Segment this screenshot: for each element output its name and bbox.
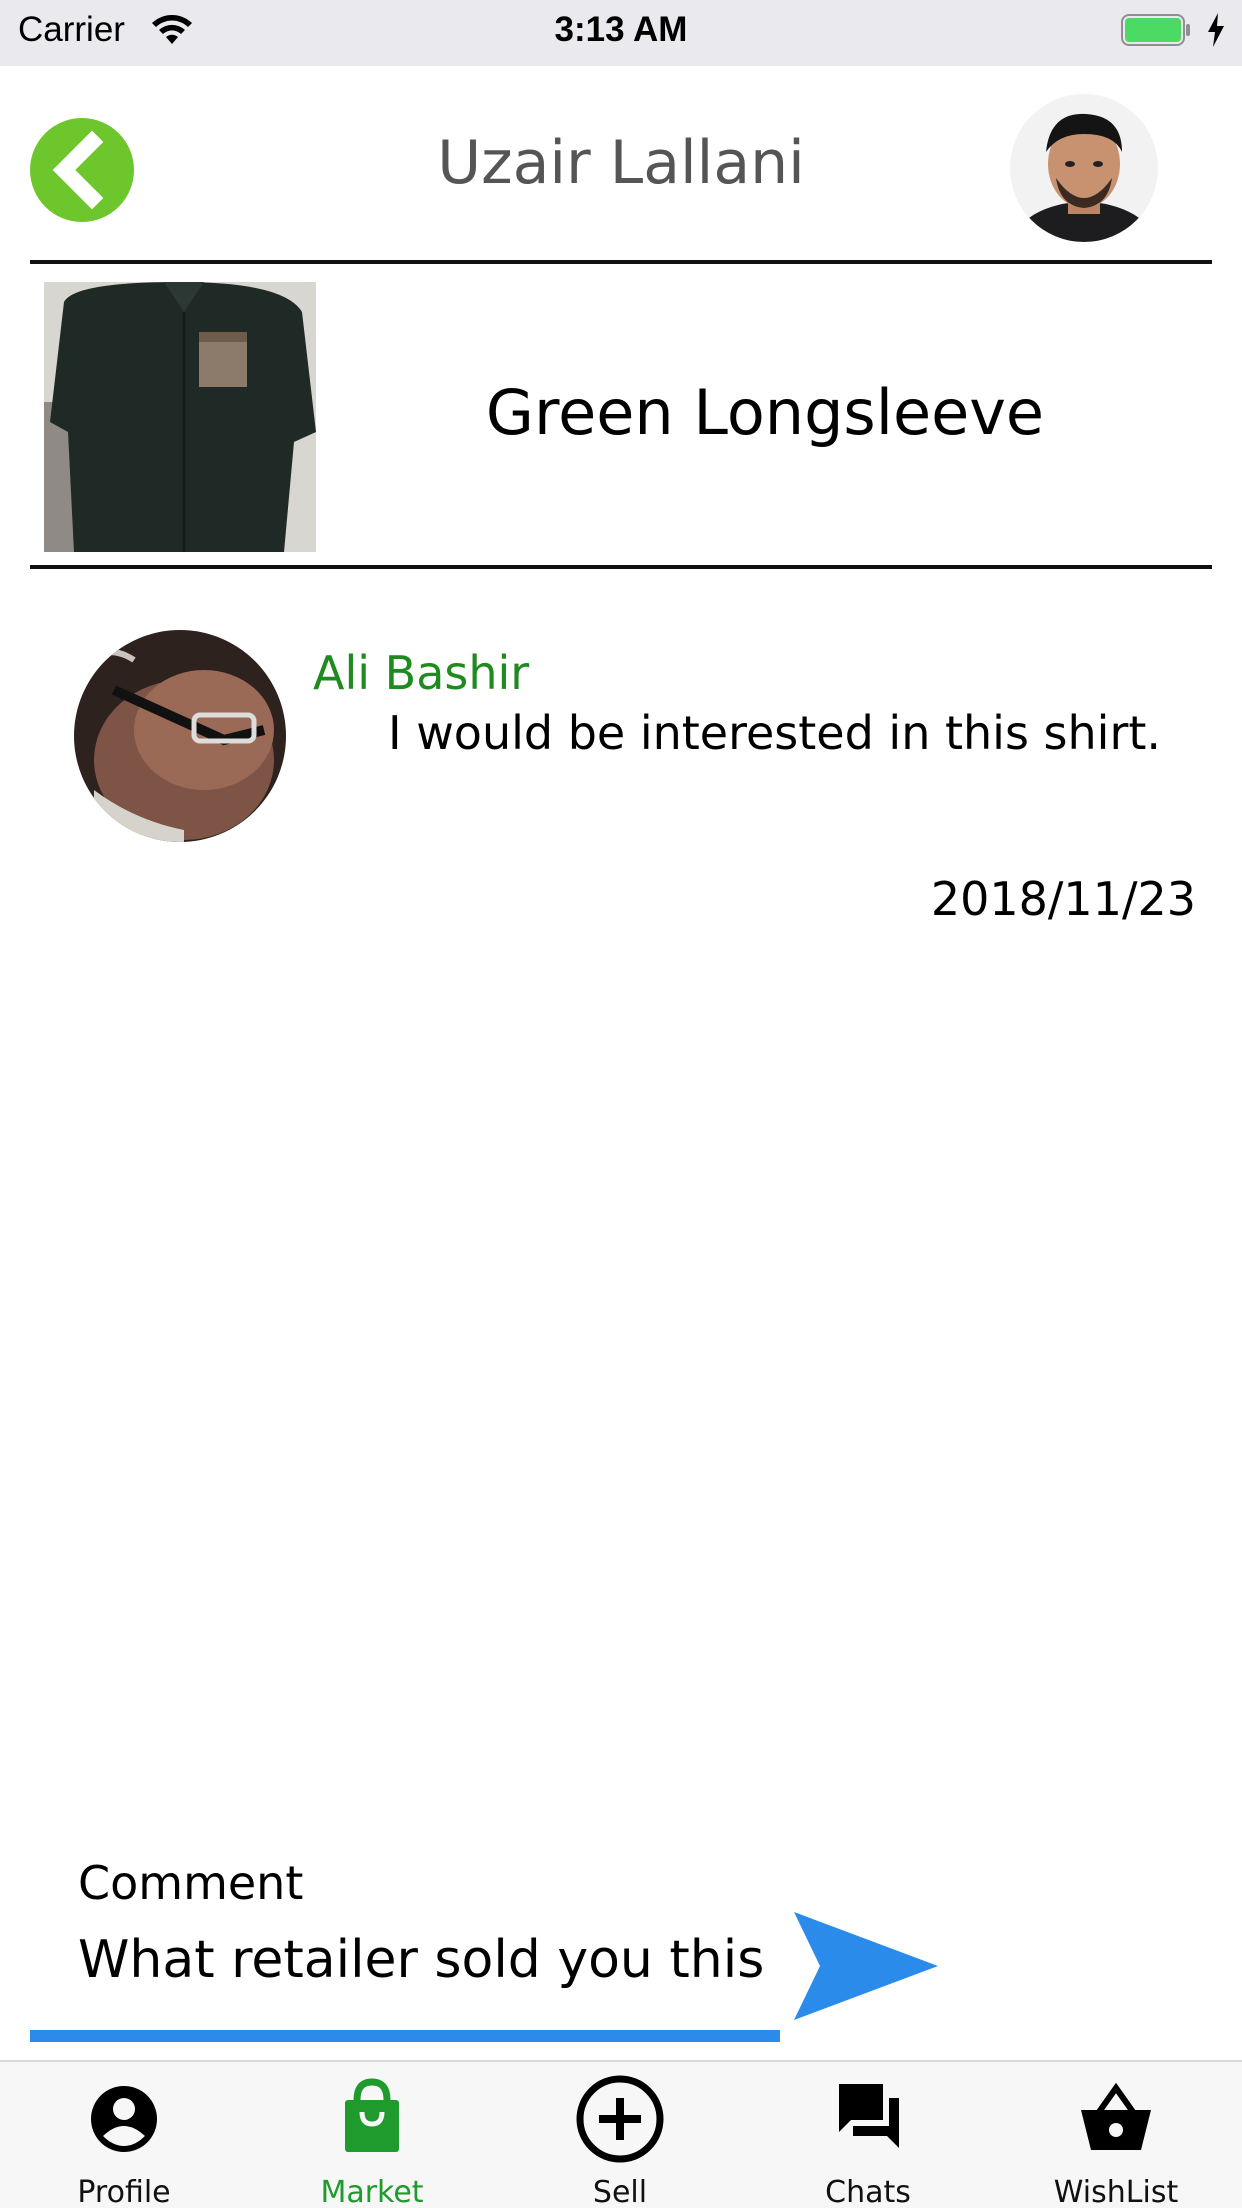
tab-profile[interactable]: Profile xyxy=(0,2062,248,2208)
comment-input[interactable] xyxy=(78,1920,768,2000)
header-divider xyxy=(30,260,1212,264)
user-photo xyxy=(1010,94,1158,242)
tab-bar: Profile Market Sell Chats WishList xyxy=(0,2060,1242,2208)
tab-wishlist[interactable]: WishList xyxy=(992,2062,1240,2208)
shirt-photo xyxy=(44,282,316,552)
tab-chats[interactable]: Chats xyxy=(744,2062,992,2208)
message-text: I would be interested in this shirt. xyxy=(388,706,1162,760)
sender-photo xyxy=(74,630,286,842)
message-avatar[interactable] xyxy=(74,630,286,842)
product-divider xyxy=(30,565,1212,569)
basket-icon xyxy=(1081,2082,1151,2150)
tab-label-profile: Profile xyxy=(77,2175,171,2208)
tab-market[interactable]: Market xyxy=(248,2062,496,2208)
comment-label: Comment xyxy=(78,1856,304,1910)
message-sender: Ali Bashir xyxy=(313,646,530,700)
charging-bolt-icon xyxy=(1208,13,1224,47)
comment-underline xyxy=(30,2030,780,2042)
product-title: Green Longsleeve xyxy=(485,376,1045,449)
tab-sell[interactable]: Sell xyxy=(496,2062,744,2208)
shopping-bag-icon xyxy=(345,2078,399,2152)
tab-label-sell: Sell xyxy=(592,2175,648,2208)
chat-screen: Carrier 3:13 AM Uzair Lallani Green Long… xyxy=(0,0,1242,2208)
send-arrow-icon xyxy=(794,1912,938,2020)
battery-icon xyxy=(1121,14,1190,46)
tab-label-wishlist: WishList xyxy=(1053,2175,1179,2208)
person-icon xyxy=(91,2086,157,2152)
message-date: 2018/11/23 xyxy=(930,872,1196,926)
tab-label-market: Market xyxy=(320,2175,424,2208)
tab-label-chats: Chats xyxy=(825,2175,911,2208)
chat-bubbles-icon xyxy=(839,2084,899,2148)
product-image[interactable] xyxy=(44,282,316,552)
status-time: 3:13 AM xyxy=(554,10,688,49)
status-bar: Carrier 3:13 AM xyxy=(0,0,1242,66)
avatar[interactable] xyxy=(1010,94,1158,242)
send-button[interactable] xyxy=(790,1910,940,2030)
plus-circle-icon xyxy=(576,2075,664,2163)
